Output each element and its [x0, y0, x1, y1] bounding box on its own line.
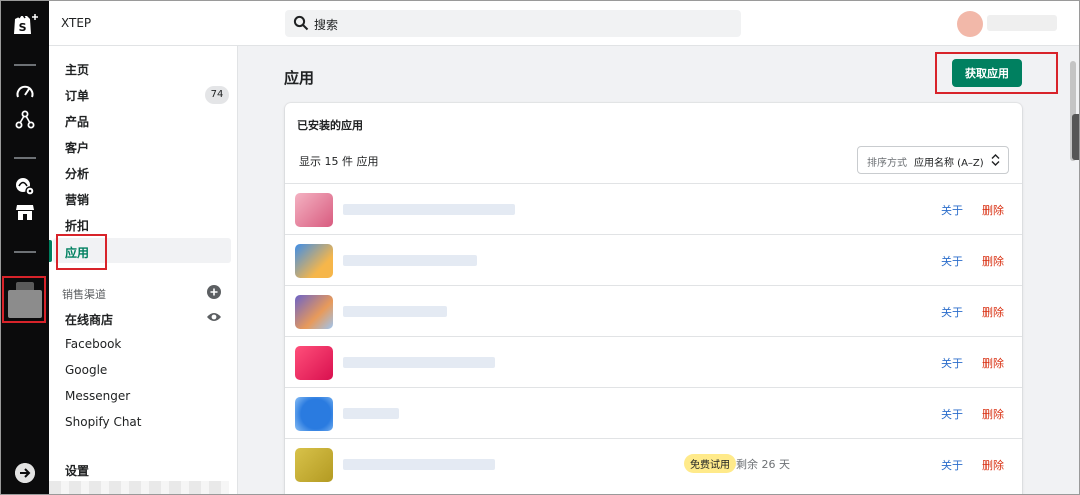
app-rail: S — [1, 1, 49, 494]
app-icon-blurred — [295, 397, 333, 431]
eye-icon[interactable] — [206, 311, 222, 323]
exit-icon[interactable] — [15, 463, 35, 483]
sort-value: 应用名称 (A–Z) — [914, 158, 984, 169]
rail-divider — [14, 157, 36, 159]
installed-apps-card: 已安装的应用 显示 15 件 应用 排序方式 应用名称 (A–Z) 关于 删除 … — [285, 103, 1022, 494]
channel-messenger[interactable]: Messenger — [65, 389, 130, 403]
app-name-blurred[interactable] — [343, 204, 515, 215]
nav-item-home[interactable]: 主页 — [65, 61, 89, 78]
sort-select[interactable]: 排序方式 应用名称 (A–Z) — [857, 146, 1009, 174]
sort-arrows-icon — [991, 154, 1000, 166]
nav-item-customers[interactable]: 客户 — [65, 139, 89, 156]
delete-link[interactable]: 删除 — [982, 355, 1004, 371]
search-icon — [293, 15, 309, 31]
annotation-highlight-apps — [56, 234, 107, 270]
about-link[interactable]: 关于 — [941, 457, 963, 473]
app-row[interactable]: 关于 删除 — [285, 183, 1022, 234]
plus-circle-icon[interactable] — [207, 285, 221, 299]
delete-link[interactable]: 删除 — [982, 457, 1004, 473]
app-row[interactable]: 关于 删除 — [285, 285, 1022, 336]
app-name-blurred[interactable] — [343, 408, 399, 419]
app-name-blurred[interactable] — [343, 459, 495, 470]
svg-text:S: S — [19, 21, 27, 34]
free-trial-badge: 免费试用 — [684, 454, 736, 473]
app-icon-blurred — [295, 448, 333, 482]
trial-days-remaining: 剩余 26 天 — [736, 458, 790, 471]
about-link[interactable]: 关于 — [941, 355, 963, 371]
nav-active-indicator — [49, 240, 52, 262]
user-avatar[interactable] — [957, 11, 983, 37]
about-link[interactable]: 关于 — [941, 202, 963, 218]
shopify-logo-icon[interactable]: S — [10, 11, 40, 37]
graph-icon[interactable] — [15, 110, 35, 130]
app-row[interactable]: 关于 删除 — [285, 336, 1022, 387]
app-icon-blurred — [295, 295, 333, 329]
about-link[interactable]: 关于 — [941, 304, 963, 320]
app-window: S XTEP 搜索 主页 订单 74 产品 客户 分析 营销 折扣 应用 销售渠… — [0, 0, 1080, 495]
channel-shopify-chat[interactable]: Shopify Chat — [65, 415, 142, 429]
page-title: 应用 — [284, 69, 315, 87]
nav-item-marketing[interactable]: 营销 — [65, 191, 89, 208]
nav-item-analytics[interactable]: 分析 — [65, 165, 89, 182]
search-input[interactable]: 搜索 — [314, 16, 338, 33]
user-name-blurred[interactable] — [987, 15, 1057, 31]
speedometer-icon[interactable] — [15, 83, 35, 103]
about-link[interactable]: 关于 — [941, 253, 963, 269]
rail-divider — [14, 251, 36, 253]
app-icon-blurred — [295, 244, 333, 278]
search-bar[interactable]: 搜索 — [285, 10, 741, 37]
nav-item-discounts[interactable]: 折扣 — [65, 217, 89, 234]
rail-divider — [14, 64, 36, 66]
top-bar: XTEP 搜索 — [49, 1, 1079, 46]
store-name: XTEP — [61, 16, 92, 30]
app-icon-blurred — [295, 346, 333, 380]
delete-link[interactable]: 删除 — [982, 253, 1004, 269]
app-row[interactable]: 免费试用 剩余 26 天 关于 删除 — [285, 438, 1022, 489]
side-nav: 主页 订单 74 产品 客户 分析 营销 折扣 应用 销售渠道 在线商店 Fac… — [49, 46, 238, 494]
delete-link[interactable]: 删除 — [982, 406, 1004, 422]
app-name-blurred[interactable] — [343, 255, 477, 266]
delete-link[interactable]: 删除 — [982, 202, 1004, 218]
app-name-blurred[interactable] — [343, 357, 495, 368]
app-count: 显示 15 件 应用 — [299, 155, 379, 168]
get-apps-button[interactable]: 获取应用 — [952, 59, 1022, 87]
app-icon-blurred — [295, 193, 333, 227]
channel-google[interactable]: Google — [65, 363, 107, 377]
sort-label: 排序方式 — [867, 158, 907, 169]
store-avatar — [8, 290, 42, 318]
about-link[interactable]: 关于 — [941, 406, 963, 422]
channel-facebook[interactable]: Facebook — [65, 337, 121, 351]
nav-item-settings[interactable]: 设置 — [65, 462, 89, 479]
app-row[interactable]: 关于 删除 — [285, 234, 1022, 285]
store-icon[interactable] — [15, 202, 35, 222]
app-name-blurred[interactable] — [343, 306, 447, 317]
app-row[interactable]: 关于 删除 — [285, 387, 1022, 438]
blurred-footer — [49, 481, 229, 494]
delete-link[interactable]: 删除 — [982, 304, 1004, 320]
store-switcher[interactable] — [2, 276, 46, 323]
nav-item-products[interactable]: 产品 — [65, 113, 89, 130]
card-title: 已安装的应用 — [297, 119, 363, 132]
nav-item-orders[interactable]: 订单 — [65, 87, 89, 104]
orders-count-badge: 74 — [205, 86, 229, 104]
settings-store-icon[interactable] — [15, 176, 35, 196]
sales-channels-heading: 销售渠道 — [62, 288, 106, 301]
side-panel-tab[interactable] — [1072, 114, 1079, 160]
channel-online-store[interactable]: 在线商店 — [65, 311, 113, 328]
